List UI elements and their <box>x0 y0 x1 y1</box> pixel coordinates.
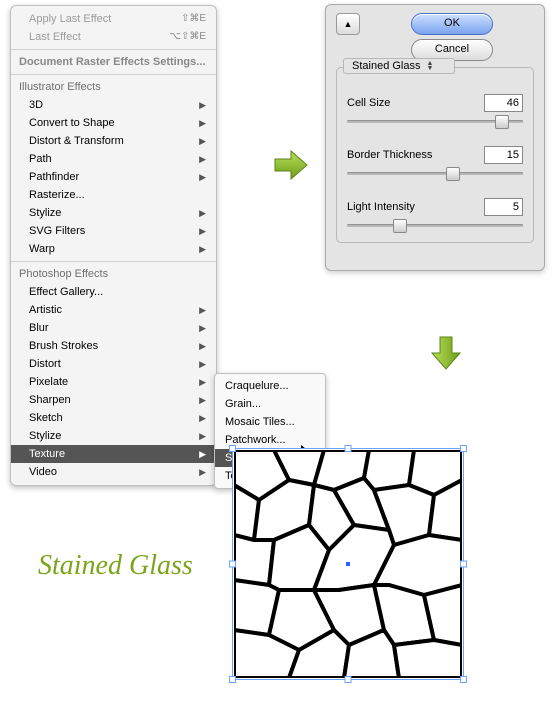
menu-distort-transform[interactable]: Distort & Transform▶ <box>11 132 216 150</box>
chevron-right-icon: ▶ <box>199 429 206 443</box>
label: Photoshop Effects <box>19 267 108 281</box>
effects-menu[interactable]: Apply Last Effect ⇧⌘E Last Effect ⌥⇧⌘E D… <box>10 5 217 486</box>
chevron-right-icon: ▶ <box>199 465 206 479</box>
menu-blur[interactable]: Blur▶ <box>11 319 216 337</box>
border-thickness-slider[interactable] <box>347 166 523 180</box>
cell-size-slider[interactable] <box>347 114 523 128</box>
stained-glass-group: Stained Glass ▲▼ Cell Size 46 Border Thi… <box>336 67 534 243</box>
chevron-right-icon: ▶ <box>199 152 206 166</box>
menu-convert-to-shape[interactable]: Convert to Shape▶ <box>11 114 216 132</box>
cell-size-input[interactable]: 46 <box>484 94 523 112</box>
arrow-down-icon <box>428 335 464 371</box>
menu-warp[interactable]: Warp▶ <box>11 240 216 258</box>
handle-mid-right[interactable] <box>460 561 467 568</box>
separator <box>11 74 216 75</box>
menu-stylize-ai[interactable]: Stylize▶ <box>11 204 216 222</box>
light-intensity-row: Light Intensity 5 <box>347 198 523 216</box>
menu-artistic[interactable]: Artistic▶ <box>11 301 216 319</box>
illustrator-effects-header: Illustrator Effects <box>11 78 216 96</box>
chevron-right-icon: ▶ <box>199 447 206 461</box>
chevron-right-icon: ▶ <box>199 303 206 317</box>
border-thickness-input[interactable]: 15 <box>484 146 523 164</box>
shortcut: ⇧⌘E <box>181 12 206 26</box>
updown-icon: ▲▼ <box>426 61 436 71</box>
chevron-right-icon: ▶ <box>199 393 206 407</box>
handle-bot-mid[interactable] <box>345 676 352 683</box>
chevron-right-icon: ▶ <box>199 357 206 371</box>
center-point-icon <box>346 562 350 566</box>
ok-button[interactable]: OK <box>411 13 493 35</box>
label: Last Effect <box>29 30 81 44</box>
submenu-mosaic-tiles[interactable]: Mosaic Tiles... <box>215 413 325 431</box>
handle-bot-right[interactable] <box>460 676 467 683</box>
shortcut: ⌥⇧⌘E <box>169 30 206 44</box>
light-intensity-slider[interactable] <box>347 218 523 232</box>
chevron-right-icon: ▶ <box>199 206 206 220</box>
handle-mid-left[interactable] <box>229 561 236 568</box>
collapse-toggle-button[interactable]: ▲ <box>336 13 360 35</box>
chevron-right-icon: ▶ <box>199 134 206 148</box>
border-thickness-row: Border Thickness 15 <box>347 146 523 164</box>
light-intensity-input[interactable]: 5 <box>484 198 523 216</box>
photoshop-effects-header: Photoshop Effects <box>11 265 216 283</box>
border-thickness-label: Border Thickness <box>347 149 432 161</box>
label: Document Raster Effects Settings... <box>19 55 205 69</box>
chevron-right-icon: ▶ <box>199 242 206 256</box>
menu-brush-strokes[interactable]: Brush Strokes▶ <box>11 337 216 355</box>
menu-apply-last: Apply Last Effect ⇧⌘E <box>11 10 216 28</box>
chevron-right-icon: ▶ <box>199 116 206 130</box>
menu-pathfinder[interactable]: Pathfinder▶ <box>11 168 216 186</box>
menu-distort[interactable]: Distort▶ <box>11 355 216 373</box>
label: Stained Glass <box>352 60 420 72</box>
menu-path[interactable]: Path▶ <box>11 150 216 168</box>
menu-doc-raster[interactable]: Document Raster Effects Settings... <box>11 53 216 71</box>
light-intensity-label: Light Intensity <box>347 201 415 213</box>
stained-glass-dialog[interactable]: ▲ OK Cancel Stained Glass ▲▼ Cell Size 4… <box>325 4 545 271</box>
menu-texture[interactable]: Texture▶ <box>11 445 216 463</box>
chevron-right-icon: ▶ <box>199 170 206 184</box>
chevron-right-icon: ▶ <box>199 98 206 112</box>
separator <box>11 261 216 262</box>
cell-size-row: Cell Size 46 <box>347 94 523 112</box>
handle-top-right[interactable] <box>460 445 467 452</box>
menu-effect-gallery[interactable]: Effect Gallery... <box>11 283 216 301</box>
menu-svg-filters[interactable]: SVG Filters▶ <box>11 222 216 240</box>
filter-select[interactable]: Stained Glass ▲▼ <box>343 58 455 74</box>
slider-thumb[interactable] <box>495 115 509 129</box>
submenu-craquelure[interactable]: Craquelure... <box>215 377 325 395</box>
menu-3d[interactable]: 3D▶ <box>11 96 216 114</box>
menu-last-effect: Last Effect ⌥⇧⌘E <box>11 28 216 46</box>
chevron-right-icon: ▶ <box>199 224 206 238</box>
chevron-right-icon: ▶ <box>199 339 206 353</box>
chevron-right-icon: ▶ <box>199 321 206 335</box>
handle-top-left[interactable] <box>229 445 236 452</box>
caption-text: Stained Glass <box>38 550 193 582</box>
menu-sharpen[interactable]: Sharpen▶ <box>11 391 216 409</box>
handle-bot-left[interactable] <box>229 676 236 683</box>
triangle-up-icon: ▲ <box>344 19 353 29</box>
label: Illustrator Effects <box>19 80 101 94</box>
menu-rasterize[interactable]: Rasterize... <box>11 186 216 204</box>
cell-size-label: Cell Size <box>347 97 390 109</box>
slider-thumb[interactable] <box>393 219 407 233</box>
menu-video[interactable]: Video▶ <box>11 463 216 481</box>
result-preview[interactable] <box>224 440 472 688</box>
chevron-right-icon: ▶ <box>199 411 206 425</box>
slider-thumb[interactable] <box>446 167 460 181</box>
submenu-grain[interactable]: Grain... <box>215 395 325 413</box>
menu-pixelate[interactable]: Pixelate▶ <box>11 373 216 391</box>
separator <box>11 49 216 50</box>
handle-top-mid[interactable] <box>345 445 352 452</box>
arrow-right-icon <box>273 147 309 183</box>
menu-sketch[interactable]: Sketch▶ <box>11 409 216 427</box>
label: Apply Last Effect <box>29 12 111 26</box>
chevron-right-icon: ▶ <box>199 375 206 389</box>
menu-stylize-ps[interactable]: Stylize▶ <box>11 427 216 445</box>
